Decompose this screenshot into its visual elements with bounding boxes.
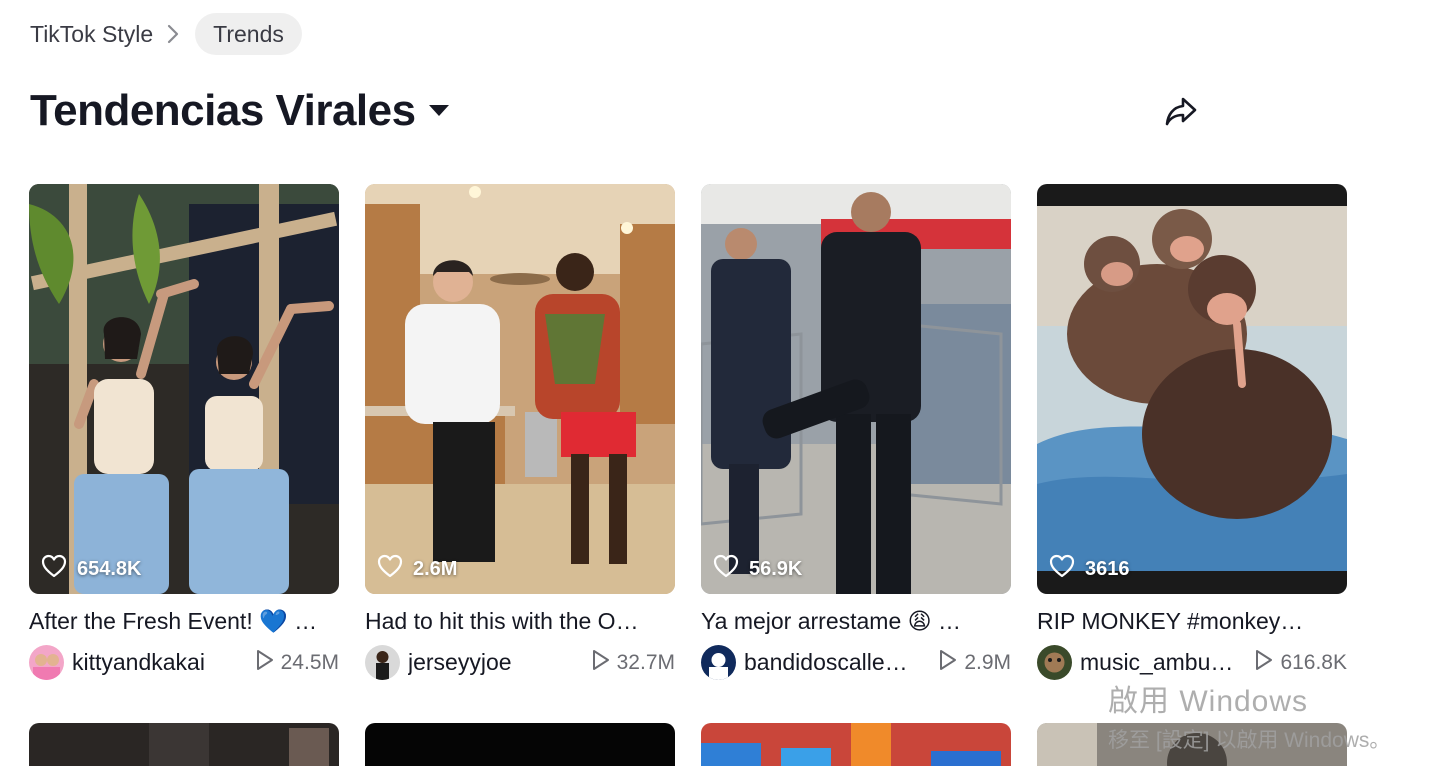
video-card[interactable]: 654.8K After the Fresh Event! 💙 … kittya… [29,184,339,680]
video-meta: kittyandkakai 24.5M [29,645,339,680]
heart-icon [41,554,67,584]
video-caption[interactable]: Ya mejor arrestame 😩 … [701,608,1001,635]
video-thumbnail[interactable]: 56.9K [701,184,1011,594]
title-row: Tendencias Virales [30,86,450,136]
trends-page: TikTok Style Trends Tendencias Virales 6… [0,0,1456,766]
breadcrumb-current-trends[interactable]: Trends [195,13,302,55]
avatar[interactable] [365,645,400,680]
likes-count: 3616 [1049,554,1130,584]
author[interactable]: bandidoscalle… [701,645,908,680]
author-name[interactable]: bandidoscalle… [744,649,908,676]
heart-icon [1049,554,1075,584]
avatar[interactable] [701,645,736,680]
video-thumbnail[interactable] [701,723,1011,766]
likes-count: 56.9K [713,554,802,584]
video-meta: music_ambu… 616.8K [1037,645,1347,680]
views-value: 32.7M [616,650,675,674]
heart-icon [377,554,403,584]
watermark-title: 啟用 Windows [1108,685,1309,718]
likes-value: 56.9K [749,557,803,580]
video-thumbnail-image [701,184,1011,594]
view-count: 2.9M [938,649,1011,677]
page-title: Tendencias Virales [30,86,416,135]
author[interactable]: jerseyyjoe [365,645,512,680]
play-icon [591,649,611,677]
avatar[interactable] [1037,645,1072,680]
view-count: 616.8K [1254,649,1347,677]
likes-value: 3616 [1085,557,1130,580]
likes-count: 654.8K [41,554,142,584]
view-count: 24.5M [255,649,339,677]
video-thumbnail[interactable]: 3616 [1037,184,1347,594]
video-meta: bandidoscalle… 2.9M [701,645,1011,680]
views-value: 2.9M [964,650,1011,674]
video-thumbnail-image [29,184,339,594]
play-icon [938,649,958,677]
video-thumbnail[interactable]: 2.6M [365,184,675,594]
video-card[interactable]: 2.6M Had to hit this with the O… jerseyy… [365,184,675,680]
play-icon [255,649,275,677]
avatar[interactable] [29,645,64,680]
likes-count: 2.6M [377,554,457,584]
breadcrumb: TikTok Style Trends [30,13,302,55]
views-value: 24.5M [280,650,339,674]
author-name[interactable]: jerseyyjoe [408,649,512,676]
video-card[interactable]: 56.9K Ya mejor arrestame 😩 … bandidoscal… [701,184,1011,680]
chevron-right-icon [159,13,187,55]
likes-value: 654.8K [77,557,142,580]
video-caption[interactable]: RIP MONKEY #monkey… [1037,608,1337,635]
author-name[interactable]: music_ambu… [1080,649,1233,676]
author[interactable]: kittyandkakai [29,645,205,680]
caret-down-icon[interactable] [428,100,450,122]
view-count: 32.7M [591,649,675,677]
video-thumbnail[interactable]: 654.8K [29,184,339,594]
share-button[interactable] [1160,92,1202,134]
likes-value: 2.6M [413,557,458,580]
video-thumbnail-image [1037,184,1347,594]
video-thumbnail[interactable] [365,723,675,766]
heart-icon [713,554,739,584]
author-name[interactable]: kittyandkakai [72,649,205,676]
video-thumbnail[interactable] [1037,723,1347,766]
views-value: 616.8K [1280,650,1347,674]
breadcrumb-link-tiktok-style[interactable]: TikTok Style [30,21,153,48]
play-icon [1254,649,1274,677]
video-caption[interactable]: After the Fresh Event! 💙 … [29,608,329,635]
video-thumbnail[interactable] [29,723,339,766]
video-caption[interactable]: Had to hit this with the O… [365,608,665,635]
video-meta: jerseyyjoe 32.7M [365,645,675,680]
share-icon [1164,95,1198,132]
video-card[interactable]: 3616 RIP MONKEY #monkey… music_ambu… 616… [1037,184,1347,680]
video-thumbnail-image [365,184,675,594]
author[interactable]: music_ambu… [1037,645,1233,680]
